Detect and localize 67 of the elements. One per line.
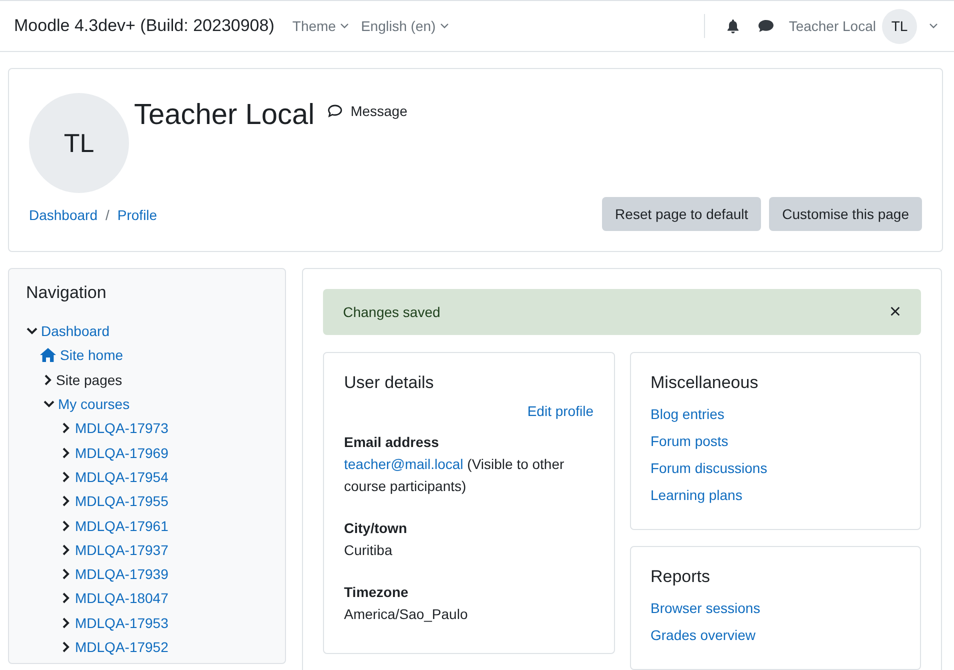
chevron-right-icon[interactable] (61, 520, 71, 532)
card-link[interactable]: Learning plans (650, 482, 742, 509)
tree-link[interactable]: MDLQA-17954 (75, 468, 168, 485)
caret-icon (340, 23, 349, 29)
avatar: TL (29, 93, 129, 193)
breadcrumb-link[interactable]: Profile (117, 207, 158, 223)
edit-profile-link[interactable]: Edit profile (527, 403, 594, 419)
alert-message: Changes saved (343, 304, 440, 320)
message-button[interactable]: Message (326, 103, 408, 119)
page-title: Teacher Local (134, 99, 315, 132)
tree-link[interactable]: MDLQA-17955 (75, 493, 168, 510)
tree-link[interactable]: MDLQA-17953 (75, 614, 168, 631)
bell-icon[interactable] (724, 18, 741, 34)
dropdown-menu[interactable]: Theme (286, 18, 355, 34)
chevron-right-icon[interactable] (43, 374, 53, 386)
breadcrumb-link[interactable]: Dashboard (29, 207, 98, 223)
user-menu[interactable]: Teacher Local TL (788, 8, 938, 44)
tree-link[interactable]: MDLQA-17937 (75, 542, 168, 558)
caret-icon (929, 23, 938, 29)
block-title: Navigation (26, 283, 108, 303)
tree-link[interactable]: MDLQA-17961 (75, 518, 168, 534)
avatar: TL (882, 8, 917, 44)
field-label: City/town (344, 519, 408, 538)
chevron-down-icon[interactable] (43, 399, 55, 410)
chevron-right-icon[interactable] (61, 422, 71, 434)
field-value: teacher@mail.local (Visible to other course participants) (344, 455, 566, 496)
field-value: America/Sao_Paulo (344, 605, 469, 624)
secondary-button[interactable]: Reset page to default (602, 197, 762, 231)
card-link[interactable]: Forum posts (650, 428, 728, 455)
tree-link[interactable]: MDLQA-17969 (75, 444, 168, 461)
chevron-right-icon[interactable] (61, 568, 71, 580)
chevron-right-icon[interactable] (61, 616, 71, 629)
secondary-button[interactable]: Customise this page (769, 197, 922, 231)
dropdown-menu[interactable]: English (en) (354, 18, 455, 34)
card-link[interactable]: Browser sessions (650, 595, 760, 622)
field-value: Curitiba (344, 541, 394, 560)
card-title: Reports (650, 567, 712, 587)
chevron-down-icon[interactable] (26, 326, 38, 336)
tree-link[interactable]: My courses (58, 396, 130, 412)
tree-link[interactable]: MDLQA-17952 (75, 639, 168, 655)
home-icon (39, 347, 57, 364)
email-link[interactable]: teacher@mail.local (344, 456, 464, 472)
chat-bubble-icon[interactable] (756, 18, 775, 34)
chevron-right-icon[interactable] (61, 592, 71, 604)
close-button[interactable]: × (889, 302, 901, 322)
card-link[interactable]: Grades overview (650, 622, 756, 649)
chevron-right-icon[interactable] (61, 470, 71, 483)
card-title: Miscellaneous (650, 373, 760, 393)
field-label: Timezone (344, 583, 410, 602)
tree-link[interactable]: MDLQA-18047 (75, 590, 168, 606)
speech-bubble-icon (326, 104, 343, 118)
tree-link[interactable]: Dashboard (41, 323, 110, 340)
card-link[interactable]: Forum discussions (650, 455, 768, 482)
site-name[interactable]: Moodle 4.3dev+ (Build: 20230908) (14, 16, 274, 36)
chevron-right-icon[interactable] (61, 446, 71, 459)
tree-link[interactable]: MDLQA-17973 (75, 420, 168, 436)
breadcrumb-separator: / (106, 207, 110, 223)
tree-link[interactable]: Site home (60, 347, 124, 364)
tree-item[interactable]: Site pages (56, 372, 122, 388)
card-link[interactable]: Blog entries (650, 401, 724, 428)
tree-link[interactable]: MDLQA-17939 (75, 566, 168, 582)
card-title: User details (344, 373, 435, 393)
caret-icon (440, 23, 449, 29)
field-label: Email address (344, 433, 440, 452)
chevron-right-icon[interactable] (61, 641, 71, 653)
chevron-right-icon[interactable] (61, 544, 71, 556)
chevron-right-icon[interactable] (61, 495, 71, 508)
